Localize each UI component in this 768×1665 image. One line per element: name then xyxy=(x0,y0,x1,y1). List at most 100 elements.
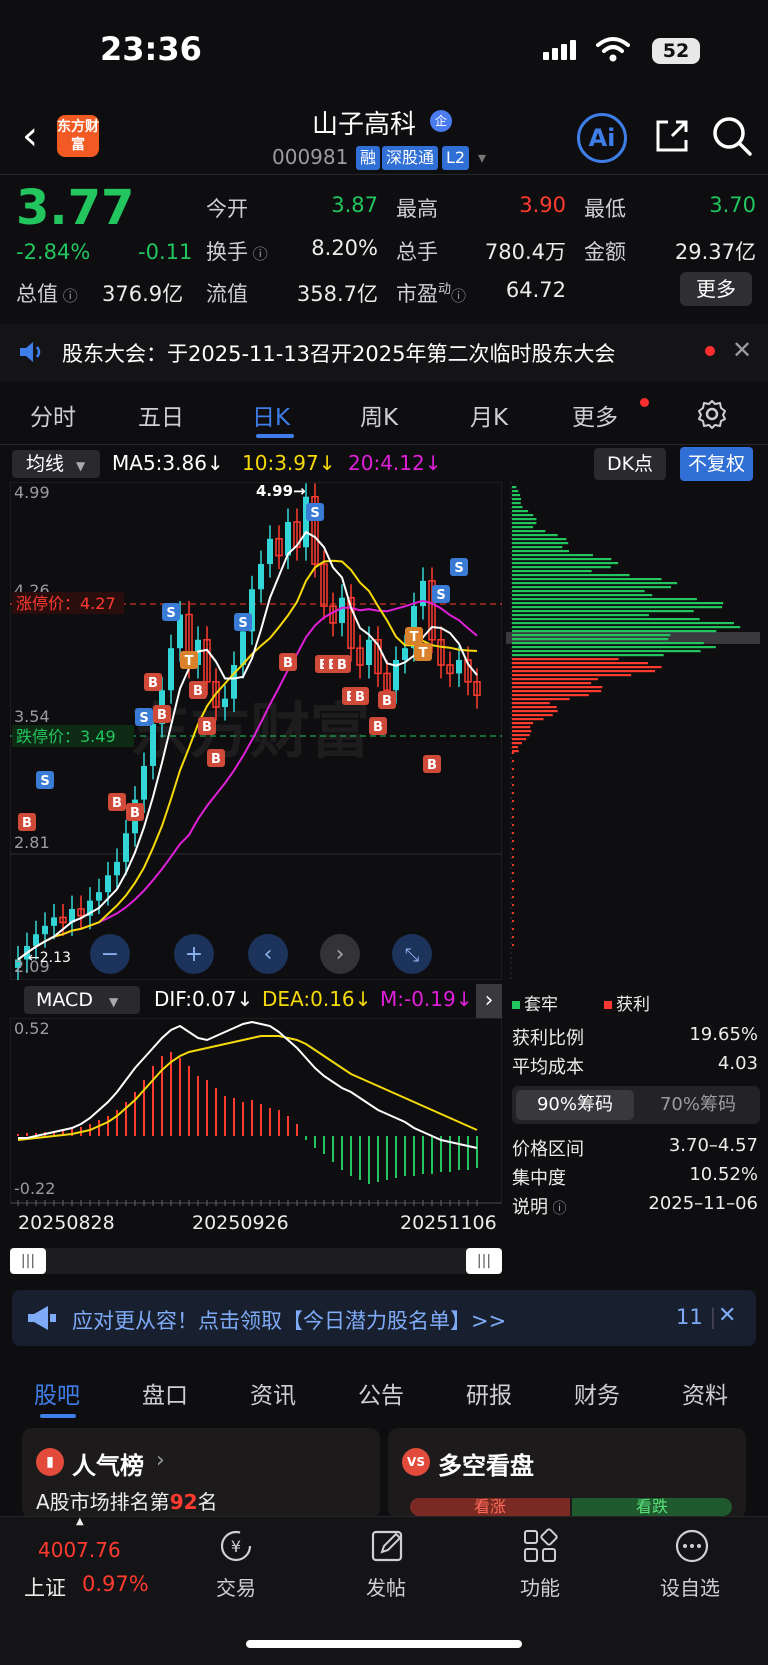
signal-label: B xyxy=(355,690,365,705)
chip-bar xyxy=(512,530,546,533)
tab-intraday[interactable]: 分时 xyxy=(30,398,76,432)
chevron-right-icon[interactable]: › xyxy=(476,984,502,1018)
chip-bar xyxy=(512,746,518,749)
signal-label: B xyxy=(22,816,32,831)
cellular-signal-icon xyxy=(543,40,579,60)
trade-icon[interactable]: ¥ xyxy=(216,1528,256,1564)
signal-label: B xyxy=(382,694,392,709)
nav-trade[interactable]: 交易 xyxy=(216,1572,256,1601)
chip-bar xyxy=(512,510,529,513)
chip-90-button[interactable]: 90%筹码 xyxy=(516,1090,634,1120)
float-cap-value: 358.7亿 xyxy=(296,282,378,306)
chip-bar xyxy=(512,690,602,693)
tab-weekly-k[interactable]: 周K xyxy=(360,398,398,432)
back-button[interactable]: ‹ xyxy=(22,112,52,160)
more-button[interactable]: 更多 xyxy=(680,272,752,306)
more-dots-icon[interactable] xyxy=(674,1528,710,1564)
signal-label: B xyxy=(112,796,122,811)
promo-text[interactable]: 应对更从容！点击领取【今日潜力股名单】>> xyxy=(72,1305,506,1335)
nav-post[interactable]: 发帖 xyxy=(366,1572,406,1601)
chevron-down-icon[interactable]: ▾ xyxy=(478,148,486,167)
chip-bar xyxy=(512,682,592,685)
open-value: 3.87 xyxy=(331,193,378,217)
chip-bar xyxy=(512,502,521,505)
tab-announcement[interactable]: 公告 xyxy=(358,1376,404,1410)
active-tab-indicator xyxy=(256,434,294,438)
bullish-button[interactable]: 看涨 xyxy=(410,1498,570,1516)
chevron-right-icon: › xyxy=(156,1448,165,1473)
tab-5day[interactable]: 五日 xyxy=(138,398,184,432)
index-value[interactable]: 4007.76 xyxy=(38,1538,121,1562)
explain-label[interactable]: 说明 ⓘ xyxy=(512,1193,566,1219)
chip-bar xyxy=(512,634,671,637)
limit-down-label: 跌停价：3.49 xyxy=(16,727,116,746)
chip-70-button[interactable]: 70%筹码 xyxy=(640,1090,756,1120)
chip-bar xyxy=(512,498,521,501)
chip-bar xyxy=(512,896,514,898)
margin-tag: 融 xyxy=(356,146,381,170)
ma-select[interactable]: 均线 ▼ xyxy=(12,450,100,478)
range-scroll-track[interactable] xyxy=(10,1248,502,1274)
tab-monthly-k[interactable]: 月K xyxy=(470,398,508,432)
ma20-value: 20:4.12↓ xyxy=(348,451,442,475)
chip-bar xyxy=(512,718,544,721)
tab-finance[interactable]: 财务 xyxy=(574,1376,620,1410)
chip-bar xyxy=(512,602,724,605)
tab-profile[interactable]: 资料 xyxy=(682,1376,728,1410)
signal-label: T xyxy=(410,630,419,645)
range-handle-right[interactable]: ||| xyxy=(466,1248,502,1274)
close-icon[interactable]: ✕ xyxy=(718,1303,736,1328)
function-grid-icon[interactable] xyxy=(522,1528,558,1564)
chip-bar xyxy=(512,678,598,681)
chip-bar xyxy=(512,768,514,770)
chip-bar xyxy=(512,872,514,874)
popularity-rank: A股市场排名第92名 xyxy=(36,1490,218,1514)
candle-body xyxy=(456,659,462,674)
date-label-start: 20250828 xyxy=(18,1212,115,1234)
share-icon[interactable] xyxy=(652,116,692,156)
signal-label: B xyxy=(337,658,347,673)
post-icon[interactable] xyxy=(370,1528,406,1564)
chip-bar xyxy=(512,518,537,521)
tab-guba[interactable]: 股吧 xyxy=(34,1376,80,1410)
search-icon[interactable] xyxy=(710,114,754,158)
settings-gear-icon[interactable] xyxy=(696,398,728,430)
tab-daily-k[interactable]: 日K xyxy=(252,398,290,432)
close-icon[interactable]: ✕ xyxy=(732,336,752,364)
tab-more[interactable]: 更多 xyxy=(572,398,618,432)
chip-bar xyxy=(512,494,521,497)
chip-bar xyxy=(512,638,669,641)
ai-button[interactable]: Ai xyxy=(577,113,627,163)
divider xyxy=(0,174,768,175)
tab-news[interactable]: 资讯 xyxy=(250,1376,296,1410)
nav-add-watchlist[interactable]: 设自选 xyxy=(660,1572,720,1601)
signal-label: S xyxy=(139,711,148,726)
dk-point-button[interactable]: DK点 xyxy=(594,448,666,480)
macd-select[interactable]: MACD ▼ xyxy=(24,986,140,1014)
signal-label: B xyxy=(211,752,221,767)
y-label-top: 4.99 xyxy=(14,483,50,502)
signal-label: B xyxy=(130,806,140,821)
chip-bar xyxy=(512,534,558,537)
notice-text[interactable]: 股东大会：于2025-11-13召开2025年第二次临时股东大会 xyxy=(62,338,615,368)
range-handle-left[interactable]: ||| xyxy=(10,1248,46,1274)
chip-bar xyxy=(512,574,630,577)
market-cap-value: 376.9亿 xyxy=(102,282,184,306)
signal-label: B xyxy=(373,720,383,735)
tab-pankou[interactable]: 盘口 xyxy=(142,1376,188,1410)
no-adjust-button[interactable]: 不复权 xyxy=(680,447,753,481)
index-name[interactable]: 上证 xyxy=(24,1572,66,1602)
chip-bar xyxy=(512,760,514,762)
chip-bar xyxy=(512,570,592,573)
bearish-button[interactable]: 看跌 xyxy=(572,1498,732,1516)
stock-name[interactable]: 山子高科 xyxy=(312,104,416,141)
chip-bar xyxy=(512,738,527,741)
zoom-out-icon: − xyxy=(101,942,119,967)
kline-chart[interactable]: 东方财富 BSBBSBBSTBBBSBSBBBBBBBTTSSB 4.99 4.… xyxy=(10,482,502,980)
tab-research[interactable]: 研报 xyxy=(466,1376,512,1410)
amount-label: 金额 xyxy=(584,240,626,264)
volume-label: 总手 xyxy=(396,240,438,264)
chip-bar xyxy=(512,800,514,802)
chip-bar xyxy=(512,642,704,645)
nav-function[interactable]: 功能 xyxy=(520,1572,560,1601)
